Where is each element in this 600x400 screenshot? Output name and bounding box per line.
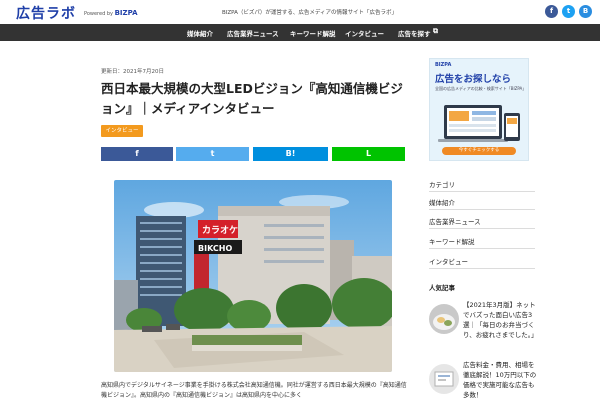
popular-thumb-1[interactable] [429,304,459,334]
divider [429,248,535,249]
category-badge[interactable]: インタビュー [101,125,143,137]
karaoke-sign: カラオケ [202,225,238,236]
main-nav: 媒体紹介 広告業界ニュース キーワード解説 インタビュー 広告を探す ⧉ [0,24,600,41]
popular-thumb-2[interactable] [429,364,459,394]
powered-by: Powered by BIZPA [84,9,138,17]
site-tagline: BIZPA（ビズパ）が運営する、広告メディアの情報サイト「広告ラボ」 [222,10,398,16]
facebook-icon[interactable]: f [545,5,558,18]
divider [429,191,535,192]
bizpa-ad-banner[interactable]: BIZPA 広告をお探しなら 全国の広告メディアの比較・検索サイト「BIZPA」… [429,58,529,161]
twitter-icon[interactable]: t [562,5,575,18]
popular-article-1[interactable]: 【2021年3月版】ネットでバズった面白い広告3選｜「毎日のお弁当づくり、お疲れ… [463,300,538,340]
ad-logo: BIZPA [435,62,452,68]
ad-subtitle: 全国の広告メディアの比較・検索サイト「BIZPA」 [435,86,527,91]
share-hatena-button[interactable]: B! [253,147,328,161]
share-facebook-button[interactable]: f [101,147,173,161]
store-sign: BIKCHO [198,244,232,253]
category-item-keywords[interactable]: キーワード解説 [429,236,475,246]
article-photo: カラオケ BIKCHO [114,180,392,372]
nav-item-media[interactable]: 媒体紹介 [187,28,213,38]
article-body: 高知県内でデジタルサイネージ事業を手掛ける株式会社高知通信機。同社が運営する西日… [101,382,407,399]
ad-check-button[interactable]: 今すぐチェックする [442,147,516,155]
powered-by-label: Powered by [84,11,113,17]
category-item-news[interactable]: 広告業界ニュース [429,216,481,226]
category-item-media[interactable]: 媒体紹介 [429,197,455,207]
article-date: 更新日：2021年7月20日 [101,69,164,75]
divider [429,228,535,229]
categories-heading: カテゴリ [429,181,455,189]
category-item-interview[interactable]: インタビュー [429,256,468,266]
hatena-icon[interactable]: B [579,5,592,18]
divider [429,268,535,269]
share-twitter-button[interactable]: t [176,147,249,161]
divider [429,209,535,210]
external-link-icon: ⧉ [433,27,438,35]
nav-item-interview[interactable]: インタビュー [345,28,384,38]
nav-item-search[interactable]: 広告を探す [398,28,431,38]
nav-item-keywords[interactable]: キーワード解説 [290,28,336,38]
popular-heading: 人気記事 [429,284,455,292]
share-line-button[interactable]: L [332,147,405,161]
laptop-phone-illustration [438,105,520,142]
site-logo[interactable]: 広告ラボ [16,3,76,23]
popular-article-2[interactable]: 広告料金・費用、相場を徹底解説！10万円以下の価格で実施可能な広告も多数！ [463,360,538,400]
article-title: 西日本最大規模の大型LEDビジョン『高知通信機ビジョン』｜メディアインタビュー [101,81,403,116]
nav-item-news[interactable]: 広告業界ニュース [227,28,279,38]
ad-title: 広告をお探しなら [435,74,512,85]
top-bar: 広告ラボ Powered by BIZPA BIZPA（ビズパ）が運営する、広告… [0,0,600,24]
bizpa-brand[interactable]: BIZPA [115,9,138,17]
